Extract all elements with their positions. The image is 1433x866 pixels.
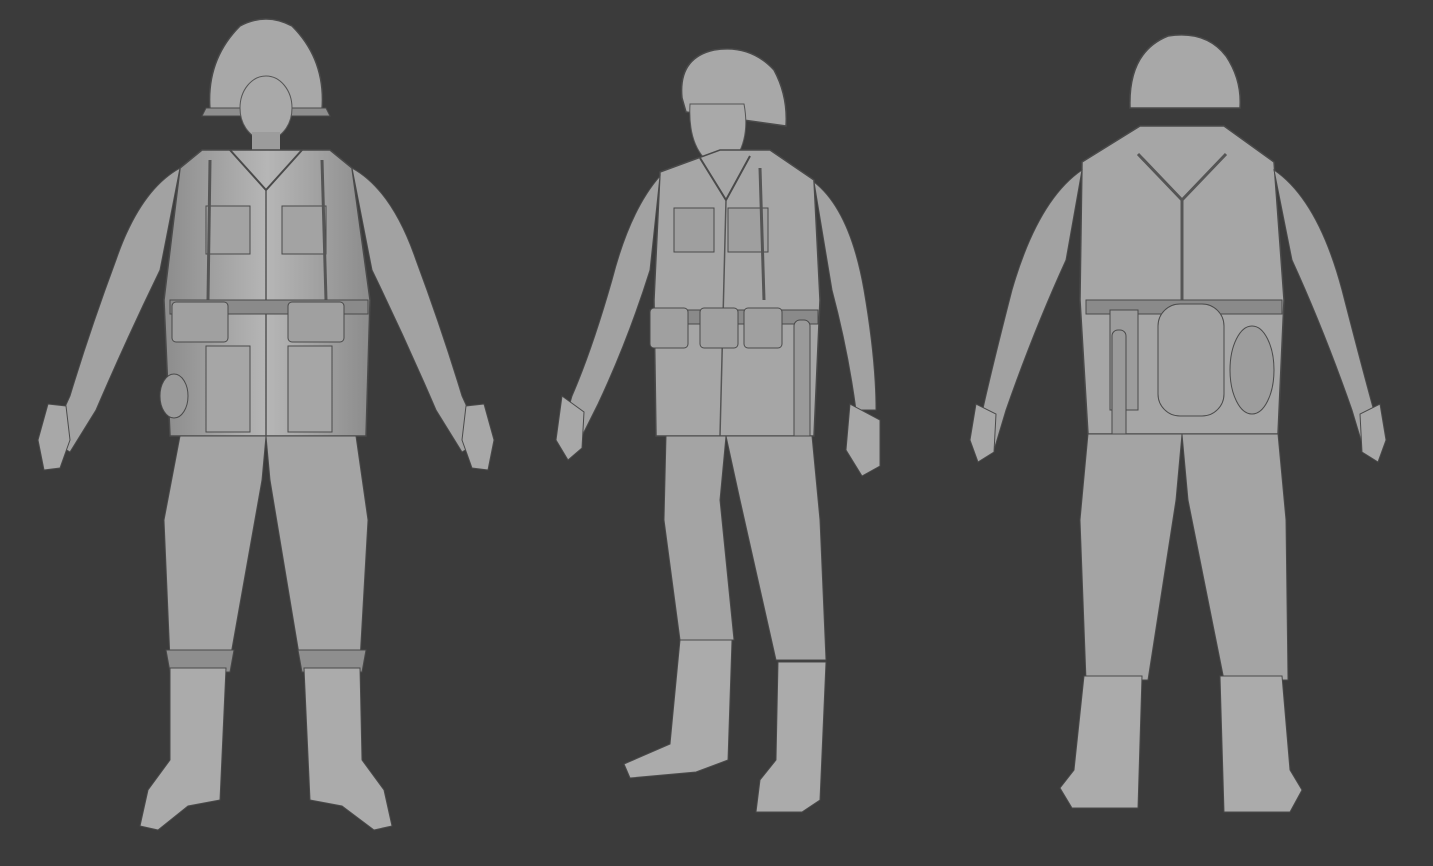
threeq-trousers: [663, 435, 827, 661]
back-trousers: [1079, 433, 1289, 681]
render-viewport: [0, 0, 1433, 866]
threeq-boots: [623, 639, 827, 813]
back-view-figure: [969, 34, 1387, 813]
front-boots: [139, 667, 393, 831]
front-view-figure: [37, 18, 495, 831]
front-jacket: [163, 149, 371, 437]
back-boots: [1059, 675, 1303, 813]
front-face: [239, 75, 293, 154]
back-helmet: [1129, 34, 1241, 109]
front-trousers: [163, 435, 369, 673]
three-quarter-view-figure: [555, 48, 881, 813]
